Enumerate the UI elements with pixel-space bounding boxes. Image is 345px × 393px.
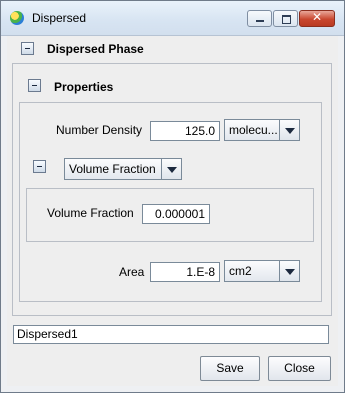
chevron-down-icon[interactable] [161, 159, 181, 179]
save-button[interactable]: Save [200, 356, 260, 381]
maximize-icon [282, 15, 291, 24]
app-globe-icon [10, 11, 24, 25]
minimize-button[interactable] [247, 10, 272, 27]
title-bar[interactable]: Dispersed ✕ [1, 1, 344, 36]
close-window-button[interactable]: ✕ [299, 10, 335, 27]
volume-fraction-mode-value: Volume Fraction [69, 162, 156, 176]
collapse-volume-fraction-button[interactable] [33, 160, 46, 173]
dialog-window: Dispersed ✕ Dispersed Phase Properties N… [0, 0, 345, 393]
volume-fraction-label: Volume Fraction [47, 206, 134, 220]
minus-icon [37, 166, 42, 167]
number-density-input[interactable]: 125.0 [150, 121, 220, 141]
area-unit-value: cm2 [229, 264, 252, 278]
number-density-unit-value: molecu... [229, 123, 278, 137]
dispersed-phase-header: Dispersed Phase [47, 42, 144, 56]
volume-fraction-panel: Volume Fraction 0.000001 [26, 188, 314, 242]
volume-fraction-mode-select[interactable]: Volume Fraction [64, 158, 182, 180]
chevron-down-icon[interactable] [279, 120, 299, 140]
minus-icon [25, 48, 30, 49]
minimize-icon [256, 20, 264, 22]
properties-panel: Number Density 125.0 molecu... Volume Fr… [19, 102, 322, 302]
area-unit-select[interactable]: cm2 [224, 260, 300, 282]
number-density-label: Number Density [56, 123, 143, 137]
volume-fraction-input[interactable]: 0.000001 [142, 204, 210, 224]
maximize-button[interactable] [273, 10, 298, 27]
properties-header: Properties [54, 80, 114, 94]
collapse-properties-button[interactable] [28, 79, 41, 92]
close-button[interactable]: Close [268, 356, 331, 381]
minus-icon [32, 85, 37, 86]
phase-name-input[interactable]: Dispersed1 [13, 325, 329, 344]
collapse-dispersed-phase-button[interactable] [21, 42, 34, 55]
chevron-down-icon[interactable] [279, 261, 299, 281]
window-title: Dispersed [32, 11, 87, 25]
area-input[interactable]: 1.E-8 [150, 262, 220, 282]
area-label: Area [119, 265, 145, 279]
close-icon: ✕ [311, 10, 323, 24]
dialog-content: Dispersed Phase Properties Number Densit… [7, 36, 338, 386]
dispersed-phase-panel: Properties Number Density 125.0 molecu..… [12, 63, 332, 316]
number-density-unit-select[interactable]: molecu... [224, 119, 300, 141]
